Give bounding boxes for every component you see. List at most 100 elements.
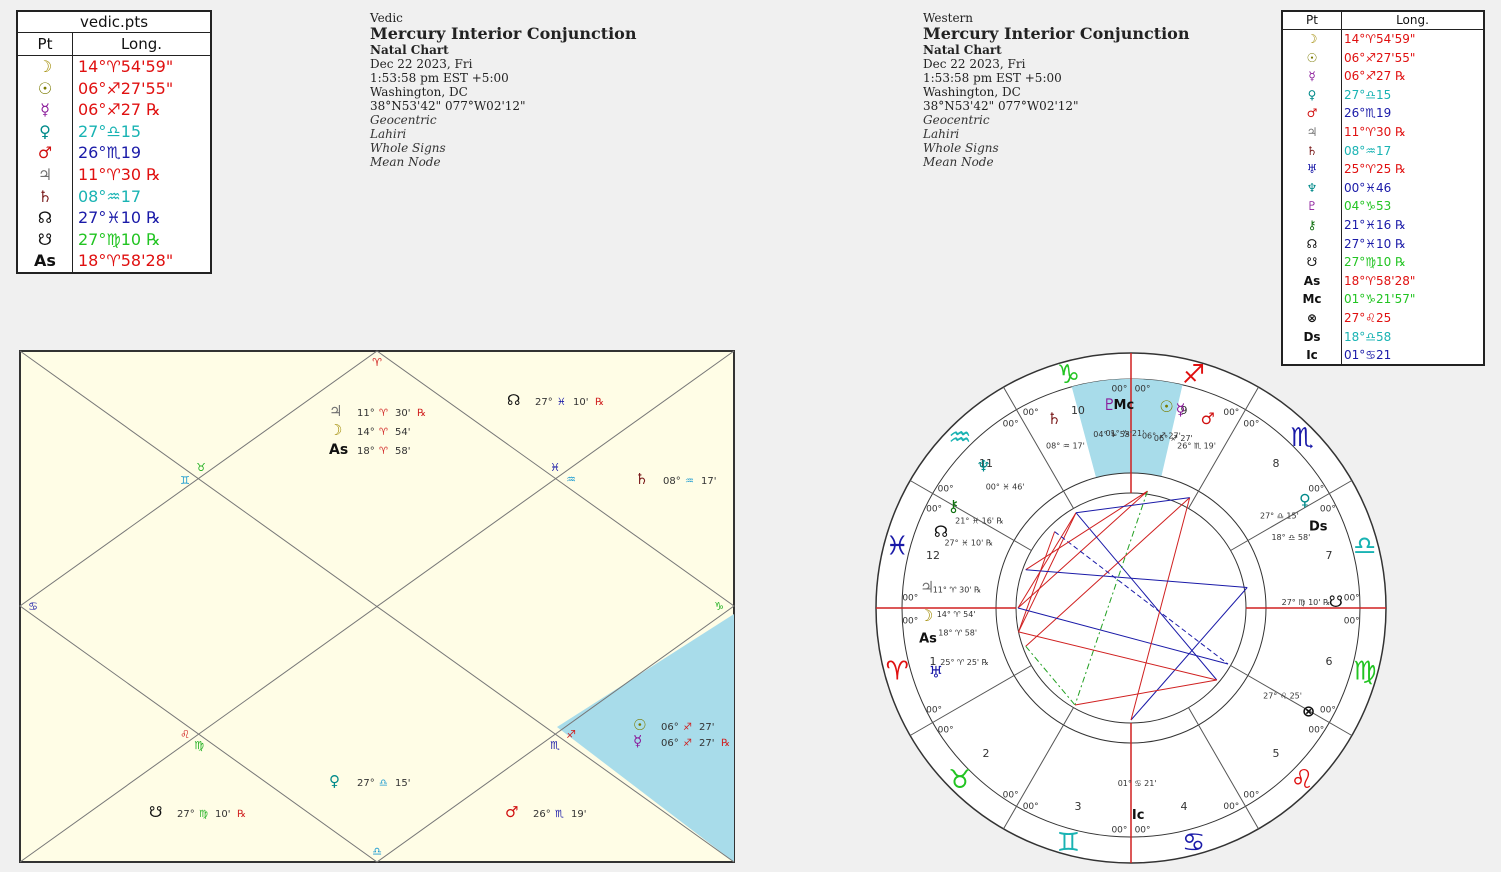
- sun-icon: ☉: [1159, 397, 1173, 416]
- longitude-value: 06°♐27'55": [78, 78, 174, 98]
- retrograde-icon: ℞: [237, 809, 246, 820]
- jupiter-icon: ♃: [37, 164, 53, 184]
- retrograde-icon: ℞: [721, 738, 730, 749]
- cusp-degree-label: 00°: [938, 485, 954, 495]
- sign-icon: ♏: [555, 809, 564, 820]
- minute-text: 10': [573, 397, 588, 408]
- sign-icon: ♍: [199, 809, 208, 820]
- longitude-value: 08°♒17: [78, 186, 142, 206]
- cusp-degree-label: 00°: [926, 505, 942, 515]
- planet-position-label: 14° ♈ 54': [937, 610, 976, 619]
- cusp-degree-label: 00°: [1023, 802, 1039, 812]
- moon-icon: ☽: [329, 421, 342, 439]
- longitude-value: 27°♎15: [1344, 87, 1392, 102]
- vedic-coords: 38°N53'42" 077°W02'12": [370, 99, 526, 113]
- longitude-value: 14°♈54'59": [1344, 32, 1416, 46]
- jupiter-icon: ♃: [1306, 124, 1318, 139]
- vedic-table-title: vedic.pts: [18, 12, 210, 33]
- sun-icon: ☉: [1306, 50, 1318, 65]
- longitude-value: 26°♏19: [1344, 106, 1392, 121]
- sign-icon: ♒: [685, 476, 694, 487]
- longitude-value: 26°♏19: [78, 143, 142, 163]
- retrograde-icon: ℞: [417, 408, 426, 419]
- neptune-icon: ♆: [1306, 180, 1318, 195]
- longitude-value: 11°♈30 ℞: [1344, 124, 1406, 139]
- descendant-icon: Ds: [1309, 520, 1328, 535]
- western-col-long: Long.: [1396, 13, 1429, 27]
- minute-text: 54': [395, 427, 410, 438]
- longitude-value: 11°♈30 ℞: [78, 164, 161, 184]
- western-table-header: Pt Long.: [1283, 12, 1483, 30]
- western-ayanamsa: Lahiri: [923, 127, 960, 141]
- cusp-degree-label: 00°: [926, 705, 942, 715]
- cusp-degree-label: 00°: [1320, 505, 1336, 515]
- sign-marker-icon: ♐: [566, 728, 576, 741]
- cusp-degree-label: 00°: [1135, 384, 1151, 394]
- longitude-value: 06°♐27'55": [1344, 50, 1416, 65]
- degree-text: 14°: [357, 427, 375, 438]
- sign-icon: ♐: [683, 722, 692, 733]
- planet-position-label: 18° ♈ 58': [938, 628, 977, 637]
- vedic-node: Mean Node: [370, 155, 441, 169]
- vedic-place: Washington, DC: [370, 85, 468, 99]
- cusp-degree-label: 00°: [1344, 617, 1360, 627]
- sign-icon: ♈: [379, 427, 388, 438]
- degree-text: 18°: [357, 446, 375, 457]
- longitude-value: 18°♈58'28": [1344, 273, 1416, 288]
- western-date: Dec 22 2023, Fri: [923, 57, 1026, 71]
- vedic-table-header: Pt Long.: [18, 33, 210, 56]
- sign-icon: ♐: [683, 738, 692, 749]
- degree-text: 27°: [177, 809, 195, 820]
- ascendant-icon: As: [329, 442, 348, 458]
- sign-icon: ♈: [379, 446, 388, 457]
- planet-position-label: 26° ♏ 19': [1177, 442, 1216, 451]
- north-node-icon: ☊: [1306, 236, 1318, 251]
- cusp-degree-label: 00°: [1003, 790, 1019, 800]
- western-place: Washington, DC: [923, 85, 1021, 99]
- planet-position-label: 00° ♓ 46': [986, 482, 1025, 491]
- sign-icon: ♈: [379, 408, 388, 419]
- house-number: 4: [1181, 800, 1188, 813]
- sign-marker-icon: ♈: [372, 356, 382, 369]
- ascendant-icon: As: [919, 632, 937, 647]
- mars-icon: ♂: [505, 803, 518, 821]
- zodiac-sign-icon: ♌: [1290, 765, 1313, 795]
- part-of-fortune-icon: ⊗: [1302, 702, 1315, 721]
- saturn-icon: ♄: [635, 470, 648, 488]
- vedic-time: 1:53:58 pm EST +5:00: [370, 71, 509, 85]
- south-node-icon: ☋: [1329, 592, 1343, 611]
- planet-position-label: 27° ♓ 10' ℞: [944, 538, 993, 547]
- planet-position-label: 11° ♈ 30' ℞: [933, 586, 982, 595]
- house-number: 5: [1272, 747, 1279, 760]
- minute-text: 15': [395, 778, 410, 789]
- western-points-table: Pt Long. ☽ ☉ ☿ ♀ ♂ ♃ ♄ ♅ ♆ ♇ ⚷ ☊ ☋ As Mc ⊗ Ds Ic 14°♈54'5…: [1281, 10, 1485, 366]
- longitude-value: 27°♍10 ℞: [78, 229, 161, 249]
- sign-marker-icon: ♍: [194, 739, 204, 752]
- planet-position-label: 25° ♈ 25' ℞: [940, 658, 989, 667]
- retrograde-icon: ℞: [595, 397, 604, 408]
- longitude-value: 27°♍10 ℞: [1344, 255, 1406, 270]
- sign-marker-icon: ♏: [550, 739, 560, 752]
- sign-marker-icon: ♉: [196, 461, 206, 474]
- longitude-value: 27°♌25: [1344, 310, 1392, 325]
- sign-marker-icon: ♒: [566, 473, 576, 486]
- longitude-value: 21°♓16 ℞: [1344, 217, 1406, 232]
- cusp-degree-label: 00°: [1023, 408, 1039, 418]
- zodiac-sign-icon: ♓: [886, 531, 909, 561]
- venus-icon: ♀: [1299, 490, 1311, 509]
- western-chart-title: Mercury Interior Conjunction: [923, 24, 1190, 43]
- cusp-degree-label: 00°: [1111, 826, 1127, 836]
- sign-marker-icon: ♌: [180, 728, 190, 741]
- longitude-value: 27°♓10 ℞: [1344, 236, 1406, 251]
- western-col-pt: Pt: [1283, 12, 1342, 29]
- vedic-houses: Whole Signs: [370, 141, 446, 155]
- minute-text: 17': [701, 476, 716, 487]
- western-chart-info: Western Mercury Interior Conjunction Nat…: [923, 11, 1189, 169]
- minute-text: 58': [395, 446, 410, 457]
- western-time: 1:53:58 pm EST +5:00: [923, 71, 1062, 85]
- north-node-icon: ☊: [507, 391, 520, 409]
- vedic-date: Dec 22 2023, Fri: [370, 57, 473, 71]
- mercury-icon: ☿: [1176, 400, 1186, 419]
- degree-text: 26°: [533, 809, 551, 820]
- saturn-icon: ♄: [1306, 143, 1318, 158]
